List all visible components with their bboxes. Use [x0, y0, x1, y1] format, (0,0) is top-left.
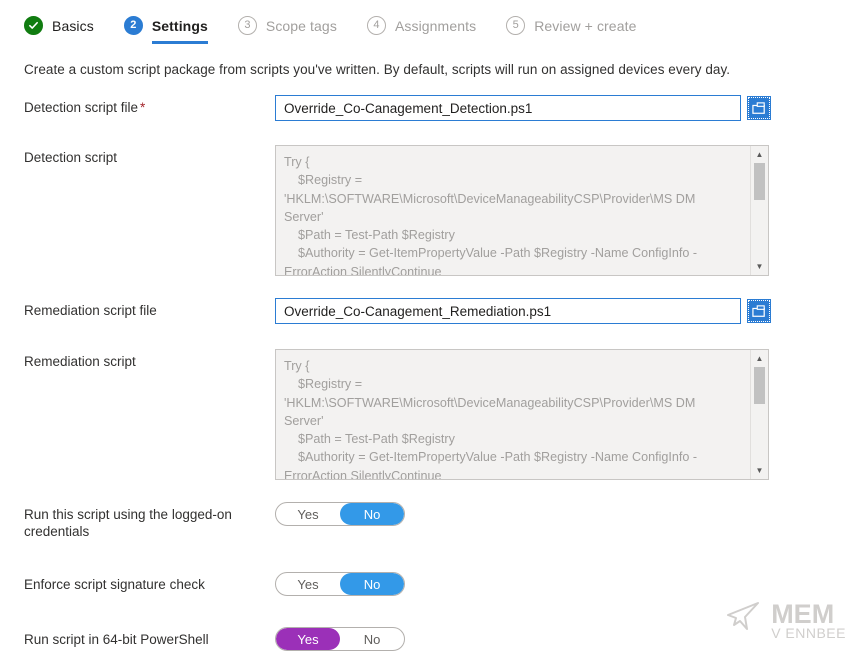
step-number-badge: 3: [237, 16, 257, 35]
wizard-step-label: Scope tags: [265, 17, 337, 34]
wizard-step-basics[interactable]: Basics: [24, 16, 94, 44]
detection-script-row: Detection script Try { $Registry = 'HKLM…: [0, 145, 862, 276]
settings-form: Detection script file* Detection script …: [0, 95, 862, 651]
run-as-logged-on-toggle[interactable]: Yes No: [275, 502, 405, 526]
toggle-option-no[interactable]: No: [340, 573, 404, 595]
enforce-signature-check-control: Yes No: [275, 572, 862, 596]
remediation-script-file-control: [275, 298, 862, 324]
wizard-step-settings[interactable]: 2 Settings: [123, 16, 208, 44]
detection-script-content: Try { $Registry = 'HKLM:\SOFTWARE\Micros…: [284, 155, 698, 275]
toggle-option-yes[interactable]: Yes: [276, 573, 340, 595]
scroll-down-icon[interactable]: ▼: [751, 463, 768, 478]
enforce-signature-check-row: Enforce script signature check Yes No: [0, 572, 862, 596]
remediation-script-textarea[interactable]: Try { $Registry = 'HKLM:\SOFTWARE\Micros…: [275, 349, 769, 480]
remediation-script-scrollbar[interactable]: ▲ ▼: [750, 350, 768, 479]
detection-script-control: Try { $Registry = 'HKLM:\SOFTWARE\Micros…: [275, 145, 862, 276]
enforce-signature-check-label: Enforce script signature check: [24, 577, 205, 592]
toggle-option-yes[interactable]: Yes: [276, 503, 340, 525]
remediation-script-file-label: Remediation script file: [24, 303, 157, 318]
run-in-64bit-powershell-toggle[interactable]: Yes No: [275, 627, 405, 651]
active-step-underline: [151, 41, 208, 44]
scrollbar-thumb[interactable]: [754, 367, 765, 404]
page-description: Create a custom script package from scri…: [24, 62, 731, 77]
detection-script-textarea[interactable]: Try { $Registry = 'HKLM:\SOFTWARE\Micros…: [275, 145, 769, 276]
wizard-step-scope-tags[interactable]: 3 Scope tags: [237, 16, 337, 44]
detection-script-file-label: Detection script file *: [24, 95, 275, 116]
step-number-badge: 5: [506, 16, 526, 35]
remediation-script-content: Try { $Registry = 'HKLM:\SOFTWARE\Micros…: [284, 359, 698, 479]
wizard-step-review-create[interactable]: 5 Review + create: [506, 16, 636, 44]
open-file-icon[interactable]: [747, 299, 771, 323]
check-icon: [24, 16, 43, 35]
enforce-signature-check-toggle[interactable]: Yes No: [275, 572, 405, 596]
scroll-down-icon[interactable]: ▼: [751, 259, 768, 274]
detection-script-label: Detection script: [24, 150, 118, 165]
detection-script-scrollbar[interactable]: ▲ ▼: [750, 146, 768, 275]
toggle-option-no[interactable]: No: [340, 503, 404, 525]
run-in-64bit-powershell-label: Run script in 64-bit PowerShell: [24, 632, 209, 647]
remediation-script-control: Try { $Registry = 'HKLM:\SOFTWARE\Micros…: [275, 349, 862, 480]
wizard-step-label: Basics: [52, 17, 94, 34]
scroll-up-icon[interactable]: ▲: [751, 351, 768, 366]
run-in-64bit-powershell-control: Yes No: [275, 627, 862, 651]
remediation-script-file-row: Remediation script file: [0, 298, 862, 324]
detection-script-file-input[interactable]: [275, 95, 741, 121]
run-in-64bit-powershell-row: Run script in 64-bit PowerShell Yes No: [0, 627, 862, 651]
run-as-logged-on-label: Run this script using the logged-on cred…: [24, 507, 232, 539]
required-asterisk: *: [140, 100, 146, 115]
wizard-step-assignments[interactable]: 4 Assignments: [366, 16, 477, 44]
run-as-logged-on-row: Run this script using the logged-on cred…: [0, 502, 862, 540]
wizard-step-bar: Basics 2 Settings 3 Scope tags 4 Assignm…: [0, 0, 862, 48]
scrollbar-thumb[interactable]: [754, 163, 765, 200]
scroll-up-icon[interactable]: ▲: [751, 147, 768, 162]
toggle-option-yes[interactable]: Yes: [276, 628, 340, 650]
wizard-step-label: Settings: [151, 17, 208, 34]
remediation-script-file-input[interactable]: [275, 298, 741, 324]
label-text: Detection script file: [24, 100, 139, 115]
toggle-option-no[interactable]: No: [340, 628, 404, 650]
detection-script-file-control: [275, 95, 862, 121]
wizard-step-label: Review + create: [534, 17, 637, 34]
open-file-icon[interactable]: [747, 96, 771, 120]
run-as-logged-on-control: Yes No: [275, 502, 862, 526]
step-number-badge: 4: [366, 16, 386, 35]
detection-script-file-row: Detection script file *: [0, 95, 862, 121]
step-number-badge: 2: [123, 16, 143, 35]
remediation-script-row: Remediation script Try { $Registry = 'HK…: [0, 349, 862, 480]
wizard-step-label: Assignments: [394, 17, 477, 34]
remediation-script-label: Remediation script: [24, 354, 136, 369]
